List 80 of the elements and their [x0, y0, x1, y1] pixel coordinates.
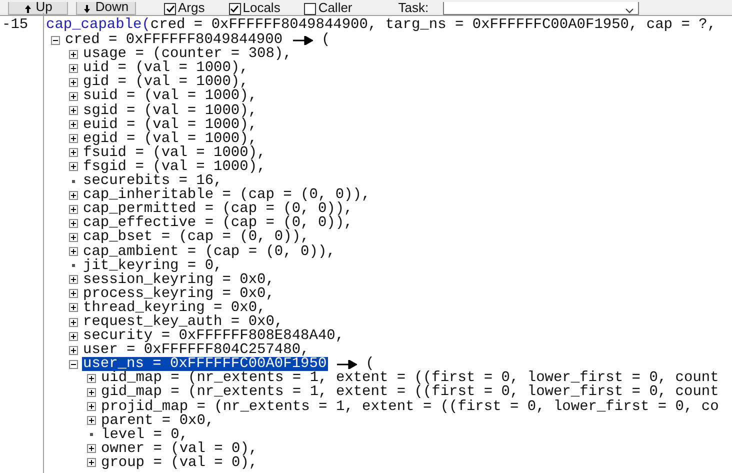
tree-item[interactable]: egid = (val = 1000),	[82, 132, 258, 146]
expand-icon[interactable]	[86, 388, 96, 397]
task-dropdown[interactable]	[442, 2, 639, 15]
tree-item[interactable]: cap_ambient = (cap = (0, 0)),	[82, 244, 336, 259]
tree-item[interactable]: security = 0xFFFFFF808E848A40,	[82, 329, 346, 344]
tree-item[interactable]: jit_keyring = 0,	[82, 258, 224, 273]
up-arrow-icon	[24, 4, 32, 14]
expand-icon[interactable]	[68, 204, 78, 214]
checkbox[interactable]	[164, 3, 176, 15]
expand-icon[interactable]	[68, 106, 78, 116]
expand-icon[interactable]	[68, 64, 78, 73]
expand-icon[interactable]	[68, 218, 78, 228]
tree-item[interactable]: euid = (val = 1000),	[82, 118, 258, 132]
tree-item[interactable]: level = 0,	[100, 428, 190, 442]
tree-item[interactable]: group = (val = 0),	[100, 456, 259, 470]
collapse-icon[interactable]	[68, 360, 78, 369]
collapse-icon[interactable]	[50, 36, 60, 45]
tree-item[interactable]: request_key_auth = 0x0,	[82, 314, 284, 330]
task-label: Task:	[398, 1, 429, 15]
expand-icon[interactable]	[86, 402, 96, 412]
tree-item[interactable]: cap_bset = (cap = (0, 0)),	[82, 230, 310, 244]
tree-item[interactable]: projid_map = (nr_extents = 1, extent = ((first = 0, lower_first = 0, co	[100, 400, 720, 414]
expand-icon[interactable]	[68, 50, 78, 59]
tree-item[interactable]: fsuid = (val = 1000),	[82, 146, 267, 160]
expand-icon[interactable]	[86, 416, 96, 426]
expand-icon[interactable]	[68, 92, 78, 102]
tree-item[interactable]: process_keyring = 0x0,	[82, 286, 276, 301]
tree-item[interactable]: parent = 0x0,	[100, 414, 216, 428]
expand-icon[interactable]	[68, 332, 78, 341]
tree-item[interactable]: owner = (val = 0),	[100, 442, 259, 456]
tree-item[interactable]: usage = (counter = 308),	[82, 47, 293, 62]
tree-item[interactable]: cap_permitted = (cap = (0, 0)),	[82, 202, 354, 216]
arrow-icon	[336, 360, 357, 369]
checkbox-label: Args	[178, 1, 205, 15]
open-paren: (	[366, 357, 374, 372]
tree-item[interactable]: sgid = (val = 1000),	[82, 104, 258, 118]
expand-icon[interactable]	[68, 289, 78, 298]
arrow-icon	[292, 36, 313, 45]
up-button[interactable]: Up	[8, 2, 68, 15]
expand-icon[interactable]	[68, 120, 78, 130]
expand-icon[interactable]	[68, 275, 78, 284]
checkmark-icon	[230, 5, 240, 13]
tree-item[interactable]: uid = (val = 1000),	[82, 61, 250, 76]
checkbox-label: Locals	[242, 1, 280, 15]
expand-icon[interactable]	[68, 148, 78, 158]
frame-number: -15	[1, 17, 28, 33]
tree-item[interactable]: cred = 0xFFFFFF8049844900	[64, 33, 284, 48]
tree-item[interactable]: securebits = 16,	[82, 174, 224, 188]
expand-icon[interactable]	[68, 232, 78, 242]
tree-item[interactable]: fsgid = (val = 1000),	[82, 160, 267, 174]
checkbox-label: Caller	[318, 1, 352, 15]
expand-icon[interactable]	[68, 78, 78, 87]
expand-icon[interactable]	[68, 303, 78, 312]
checkbox[interactable]	[304, 3, 316, 15]
tree-item[interactable]: session_keyring = 0x0,	[82, 272, 276, 287]
expand-icon[interactable]	[86, 458, 96, 468]
open-paren: (	[322, 33, 330, 48]
expand-icon[interactable]	[86, 444, 96, 454]
expand-icon[interactable]	[68, 190, 78, 200]
expand-icon[interactable]	[86, 374, 96, 383]
tree-item[interactable]: thread_keyring = 0x0,	[82, 300, 267, 315]
tree-item[interactable]: user = 0xFFFFFF804C257480,	[82, 343, 310, 358]
tree-item[interactable]: uid_map = (nr_extents = 1, extent = ((first = 0, lower_first = 0, count	[100, 371, 720, 386]
checkbox[interactable]	[228, 3, 241, 15]
tree-item[interactable]: gid = (val = 1000),	[82, 75, 250, 90]
expand-icon[interactable]	[68, 346, 78, 355]
tree-item[interactable]: suid = (val = 1000),	[82, 89, 258, 104]
expand-icon[interactable]	[68, 162, 78, 172]
chevron-down-icon	[624, 8, 634, 14]
tree-item[interactable]: cap_effective = (cap = (0, 0)),	[82, 216, 354, 230]
expand-icon[interactable]	[68, 247, 78, 256]
tree-item[interactable]: gid_map = (nr_extents = 1, extent = ((first = 0, lower_first = 0, count	[100, 385, 720, 400]
frame-signature[interactable]: cap_capable(cred = 0xFFFFFF8049844900, targ_ns = 0xFFFFFFC00A0F1950, cap = ?,	[46, 17, 716, 33]
down-button[interactable]: Down	[76, 2, 136, 15]
down-arrow-icon	[83, 4, 92, 14]
checkmark-icon	[166, 5, 174, 13]
expand-icon[interactable]	[68, 134, 78, 144]
tree-item[interactable]: cap_inheritable = (cap = (0, 0)),	[82, 188, 372, 202]
expand-icon[interactable]	[68, 318, 78, 327]
tree-item[interactable]: user_ns = 0xFFFFFFC00A0F1950	[82, 357, 328, 372]
